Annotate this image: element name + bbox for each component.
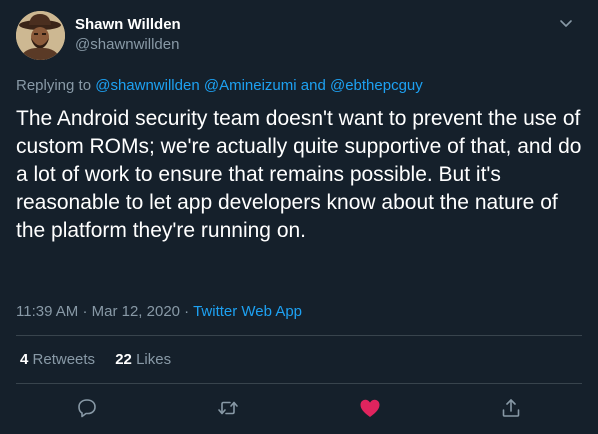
tweet-time[interactable]: 11:39 AM — [16, 303, 78, 320]
likes-label: Likes — [136, 351, 172, 368]
reply-icon[interactable] — [75, 396, 99, 420]
avatar[interactable] — [16, 11, 65, 60]
mention-link[interactable]: @Amineizumi — [204, 77, 297, 94]
retweets-label: Retweets — [32, 351, 96, 368]
divider — [16, 383, 582, 384]
replying-to-label: Replying to — [16, 77, 92, 94]
tweet-stats: 4 Retweets 22 Likes — [20, 350, 187, 370]
mention-link[interactable]: and — [301, 77, 326, 94]
display-name[interactable]: Shawn Willden — [75, 15, 181, 35]
tweet: Shawn Willden @shawnwillden Replying to … — [0, 0, 598, 434]
share-icon[interactable] — [499, 396, 523, 420]
tweet-source-link[interactable]: Twitter Web App — [193, 303, 302, 320]
chevron-down-icon[interactable] — [556, 13, 576, 33]
author-handle[interactable]: @shawnwillden — [75, 35, 181, 55]
retweet-icon[interactable] — [216, 396, 240, 420]
meta-separator: · — [82, 303, 88, 320]
replying-to: Replying to @shawnwillden @Amineizumi an… — [16, 76, 423, 96]
meta-separator: · — [184, 303, 190, 320]
tweet-date[interactable]: Mar 12, 2020 — [92, 303, 180, 320]
retweets-stat[interactable]: 4 Retweets — [20, 350, 95, 370]
likes-count: 22 — [115, 351, 132, 368]
divider — [16, 335, 582, 336]
retweets-count: 4 — [20, 351, 29, 368]
heart-icon[interactable] — [358, 396, 382, 420]
mention-link[interactable]: @ebthepcguy — [330, 77, 423, 94]
avatar-image — [16, 11, 65, 60]
tweet-text: The Android security team doesn't want t… — [16, 107, 582, 242]
author-names: Shawn Willden @shawnwillden — [75, 15, 181, 55]
tweet-header: Shawn Willden @shawnwillden — [16, 11, 582, 63]
tweet-actions — [0, 396, 598, 424]
mention-link[interactable]: @shawnwillden — [95, 77, 199, 94]
tweet-meta: 11:39 AM · Mar 12, 2020 · Twitter Web Ap… — [16, 302, 302, 322]
likes-stat[interactable]: 22 Likes — [115, 350, 171, 370]
